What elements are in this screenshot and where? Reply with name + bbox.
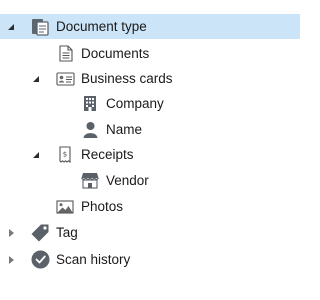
tree-item-label: Vendor xyxy=(106,173,149,188)
tree-item-document-type[interactable]: Document type xyxy=(0,14,300,39)
tree-item-label: Name xyxy=(106,122,143,137)
tag-icon xyxy=(30,223,50,243)
person-icon xyxy=(80,120,100,140)
tree-item-label: Receipts xyxy=(81,147,134,162)
tree-item-vendor[interactable]: Vendor xyxy=(0,168,300,193)
tree-item-label: Business cards xyxy=(81,71,173,86)
document-tree: Document type Documents Business cards C… xyxy=(0,0,300,300)
tree-item-tag[interactable]: Tag xyxy=(0,220,300,245)
expand-arrow-icon[interactable] xyxy=(31,150,41,160)
receipt-icon: $ xyxy=(55,145,75,165)
document-type-icon xyxy=(30,17,50,37)
svg-text:$: $ xyxy=(63,151,67,159)
business-card-icon xyxy=(55,69,75,89)
document-icon xyxy=(56,44,76,64)
tree-item-receipts[interactable]: $ Receipts xyxy=(0,142,300,167)
tree-item-documents[interactable]: Documents xyxy=(0,41,300,66)
tree-item-business-cards[interactable]: Business cards xyxy=(0,66,300,91)
storefront-icon xyxy=(80,171,100,191)
tree-item-label: Documents xyxy=(81,46,150,61)
collapse-arrow-icon[interactable] xyxy=(6,255,16,265)
tree-item-label: Company xyxy=(106,96,164,111)
collapse-arrow-icon[interactable] xyxy=(6,228,16,238)
tree-item-photos[interactable]: Photos xyxy=(0,194,300,219)
tree-item-label: Photos xyxy=(81,199,124,214)
tree-item-label: Scan history xyxy=(56,252,131,267)
photo-icon xyxy=(55,197,75,217)
building-icon xyxy=(80,94,100,114)
clock-icon xyxy=(30,250,50,270)
tree-item-scan-history[interactable]: Scan history xyxy=(0,247,300,272)
tree-item-label: Tag xyxy=(56,225,78,240)
tree-item-company[interactable]: Company xyxy=(0,91,300,116)
tree-item-name[interactable]: Name xyxy=(0,117,300,142)
tree-item-label: Document type xyxy=(56,19,147,34)
expand-arrow-icon[interactable] xyxy=(31,74,41,84)
expand-arrow-icon[interactable] xyxy=(6,22,16,32)
